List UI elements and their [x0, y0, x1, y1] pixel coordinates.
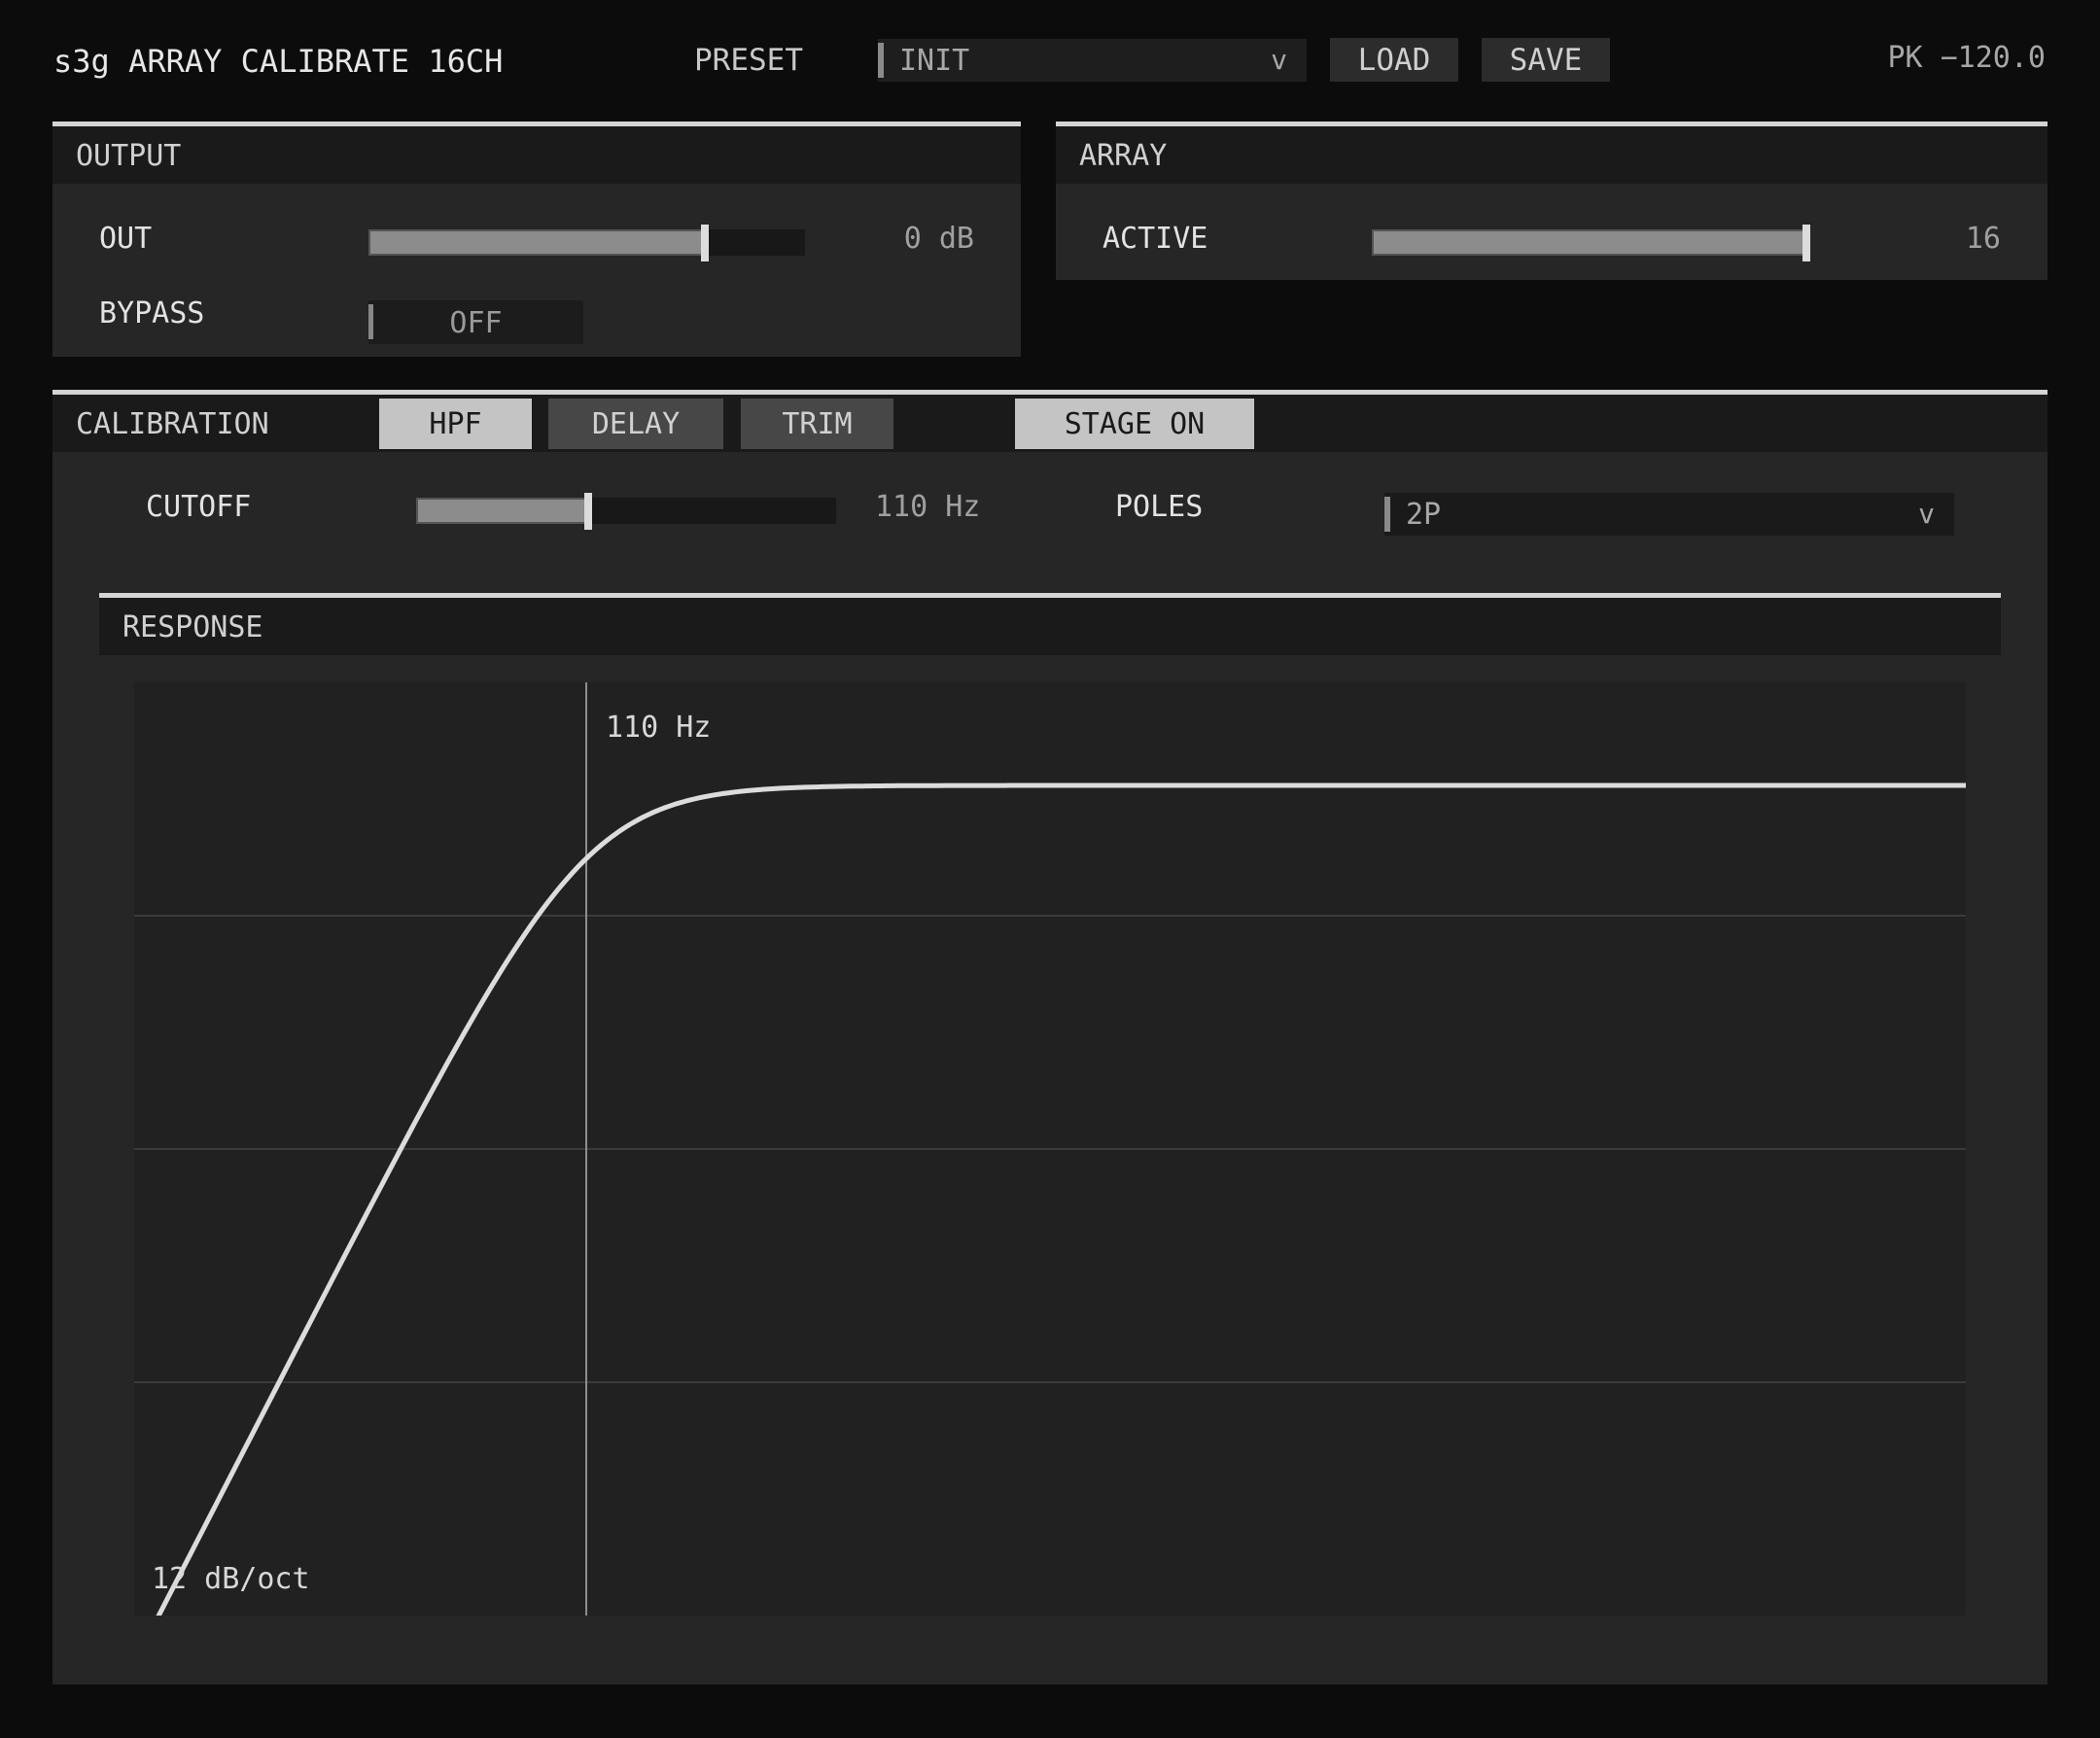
cutoff-slider[interactable]: [416, 493, 836, 530]
response-curve: [156, 782, 1966, 1616]
save-button[interactable]: SAVE: [1482, 38, 1610, 82]
cutoff-value: 110 Hz: [875, 490, 981, 524]
preset-label: PRESET: [694, 43, 803, 78]
out-label: OUT: [99, 222, 153, 256]
cutoff-slider-handle[interactable]: [584, 493, 592, 530]
active-slider[interactable]: [1372, 225, 1810, 261]
cutoff-slider-fill: [416, 498, 588, 524]
response-header: RESPONSE: [99, 593, 2001, 655]
tab-trim[interactable]: TRIM: [741, 399, 893, 449]
array-panel-header: ARRAY: [1056, 122, 2048, 184]
bypass-label: BYPASS: [99, 296, 205, 330]
bypass-toggle[interactable]: OFF: [368, 300, 583, 344]
poles-select[interactable]: 2P v: [1384, 493, 1954, 536]
output-panel: OUTPUT OUT 0 dB BYPASS OFF: [52, 122, 1021, 357]
poles-select-marker: [1384, 497, 1390, 532]
app-title: s3g ARRAY CALIBRATE 16CH: [53, 43, 504, 80]
slope-label: 12 dB/oct: [152, 1562, 310, 1596]
out-slider[interactable]: [368, 225, 805, 261]
peak-readout: PK −120.0: [1887, 41, 2046, 75]
poles-label: POLES: [1115, 490, 1204, 524]
poles-value: 2P: [1406, 498, 1442, 532]
out-value: 0 dB: [903, 222, 974, 256]
response-title: RESPONSE: [122, 610, 263, 644]
response-plot: [134, 682, 1966, 1616]
array-panel: ARRAY ACTIVE 16: [1056, 122, 2048, 280]
output-panel-title: OUTPUT: [76, 139, 182, 173]
cutoff-label: CUTOFF: [146, 490, 252, 524]
chevron-down-icon: v: [1918, 498, 1935, 530]
tab-hpf[interactable]: HPF: [379, 399, 532, 449]
out-slider-fill: [368, 229, 705, 256]
chevron-down-icon: v: [1271, 44, 1287, 76]
preset-select-marker: [878, 43, 884, 78]
stage-on-toggle[interactable]: STAGE ON: [1015, 399, 1254, 449]
preset-select[interactable]: INIT v: [878, 39, 1307, 82]
cutoff-marker-label: 110 Hz: [606, 711, 712, 745]
bypass-value: OFF: [449, 306, 503, 340]
active-slider-handle[interactable]: [1802, 225, 1810, 261]
tab-delay[interactable]: DELAY: [548, 399, 723, 449]
response-chart: 110 Hz 12 dB/oct: [134, 682, 1966, 1616]
array-panel-title: ARRAY: [1079, 139, 1168, 173]
calibration-panel-title: CALIBRATION: [76, 407, 269, 441]
output-panel-header: OUTPUT: [52, 122, 1021, 184]
load-button[interactable]: LOAD: [1330, 38, 1458, 82]
preset-value: INIT: [899, 44, 970, 78]
out-slider-handle[interactable]: [701, 225, 709, 261]
active-slider-fill: [1372, 229, 1806, 256]
active-value: 16: [1965, 222, 2001, 256]
active-label: ACTIVE: [1102, 222, 1208, 256]
